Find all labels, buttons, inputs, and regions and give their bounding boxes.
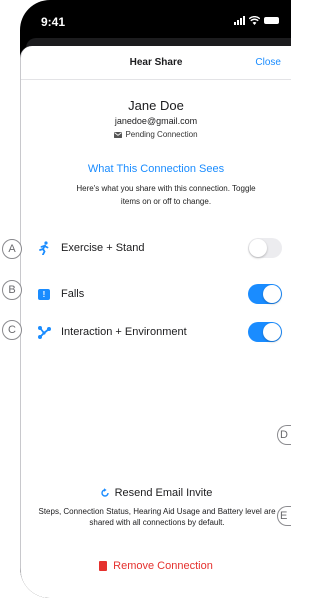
resend-invite-label: Resend Email Invite <box>114 487 213 499</box>
status-icons <box>234 16 279 25</box>
phone-frame: 9:41 Hear Share Close Jane Doe janedoe@g… <box>20 0 291 598</box>
section-title: What This Connection Sees <box>87 163 225 175</box>
share-item-label: Exercise + Stand <box>61 242 145 254</box>
annotation-marker-d: D <box>277 425 291 445</box>
annotation-marker-c: C <box>2 320 22 340</box>
share-item-label: Falls <box>61 288 85 300</box>
wifi-icon <box>249 16 260 25</box>
running-figure-icon <box>37 241 51 255</box>
refresh-icon <box>100 488 109 497</box>
annotation-marker-a: A <box>2 239 22 259</box>
battery-icon <box>264 17 279 24</box>
signal-icon <box>234 16 245 25</box>
annotation-marker-e: E <box>277 506 291 526</box>
remove-connection-label: Remove Connection <box>113 560 213 572</box>
hear-share-sheet: Hear Share Close Jane Doe janedoe@gmail.… <box>20 46 291 598</box>
section-description: Here's what you share with this connecti… <box>76 184 256 206</box>
share-row-exercise-stand: Exercise + Stand <box>37 236 282 260</box>
sheet-header: Hear Share Close <box>21 46 291 80</box>
trash-icon <box>99 561 108 571</box>
remove-connection-button[interactable]: Remove Connection <box>21 560 291 572</box>
default-sharing-info: Steps, Connection Status, Hearing Aid Us… <box>38 507 276 527</box>
network-nodes-icon <box>37 325 51 339</box>
connection-status: Pending Connection <box>21 130 291 139</box>
falls-toggle[interactable] <box>248 284 282 304</box>
close-button[interactable]: Close <box>255 57 281 68</box>
status-time: 9:41 <box>41 15 66 29</box>
interaction-environment-toggle[interactable] <box>248 322 282 342</box>
user-email: janedoe@gmail.com <box>114 116 198 126</box>
resend-invite-button[interactable]: Resend Email Invite <box>21 487 291 499</box>
sheet-title: Hear Share <box>129 57 183 68</box>
share-row-interaction-environment: Interaction + Environment <box>37 320 282 344</box>
exercise-stand-toggle[interactable] <box>248 238 282 258</box>
status-bar: 9:41 <box>20 0 291 42</box>
user-name: Jane Doe <box>128 98 184 113</box>
share-row-falls: ! Falls <box>37 282 282 306</box>
share-item-label: Interaction + Environment <box>61 326 187 338</box>
alert-square-icon: ! <box>37 287 51 301</box>
connection-status-label: Pending Connection <box>125 130 198 139</box>
envelope-icon <box>114 131 123 138</box>
annotation-marker-b: B <box>2 280 22 300</box>
